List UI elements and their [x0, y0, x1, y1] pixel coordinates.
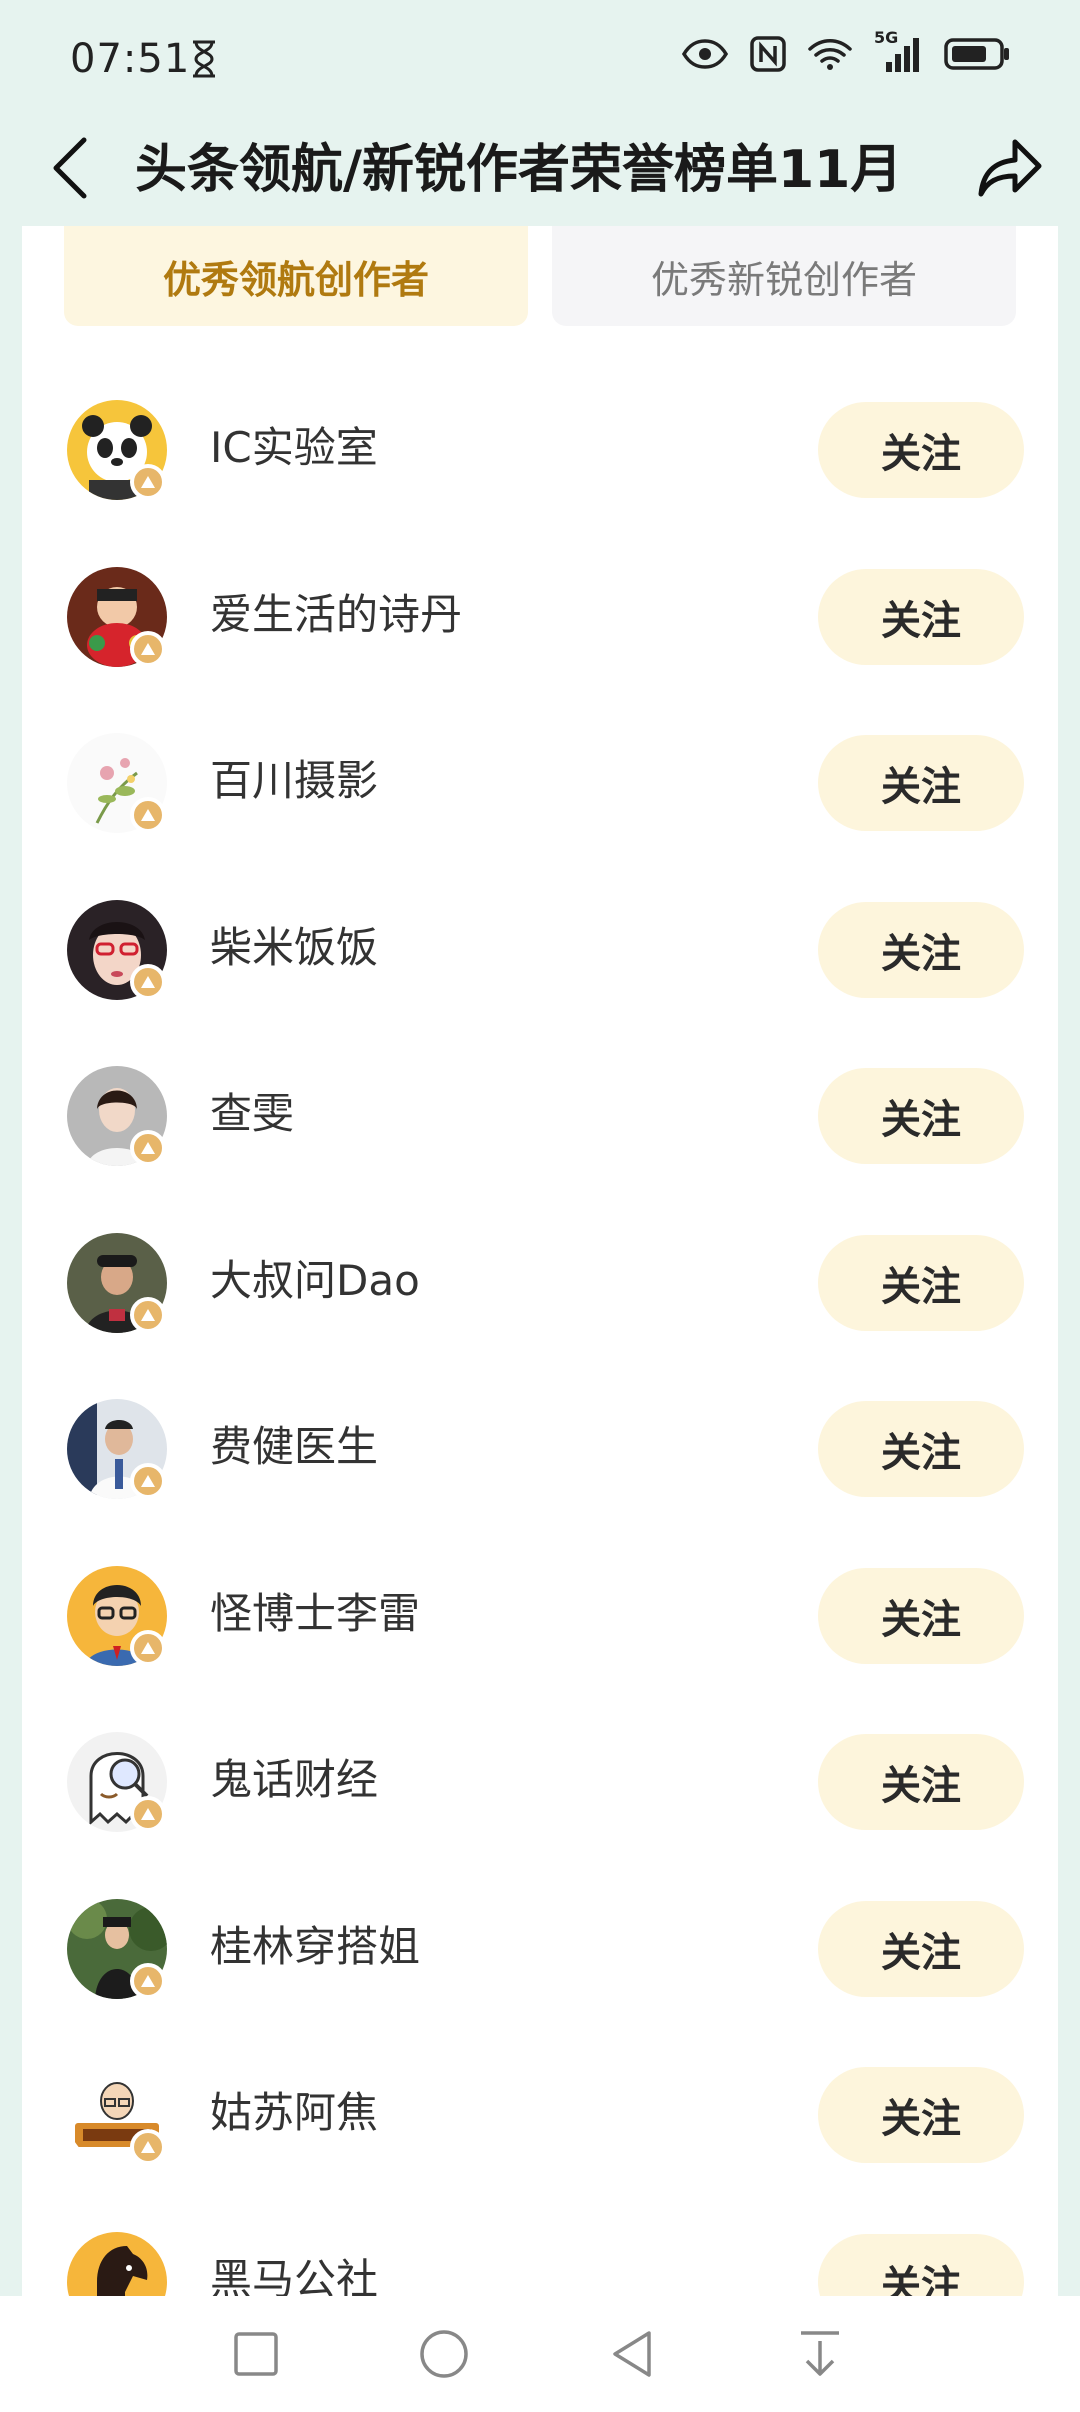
certified-badge-icon — [130, 2129, 166, 2165]
author-name[interactable]: 柴米饭饭 — [210, 916, 378, 980]
back-nav-button[interactable] — [602, 2324, 662, 2384]
top-app-bar: 头条领航/新锐作者荣誉榜单11月 — [0, 120, 1080, 225]
certified-badge-icon — [130, 1463, 166, 1499]
list-item: 柴米饭饭 关注 — [22, 886, 1058, 1053]
certified-badge-icon — [130, 1962, 166, 1999]
author-name[interactable]: 鬼话财经 — [210, 1748, 378, 1812]
follow-button[interactable]: 关注 — [818, 1068, 1024, 1164]
follow-button[interactable]: 关注 — [818, 568, 1024, 665]
author-name[interactable]: 大叔问Dao — [210, 1249, 420, 1313]
follow-button[interactable]: 关注 — [818, 901, 1024, 998]
wifi-icon — [808, 37, 852, 71]
tab-new-creators[interactable]: 优秀新锐创作者 — [552, 226, 1016, 326]
battery-icon — [944, 38, 1010, 70]
author-name[interactable]: 姑苏阿焦 — [210, 2081, 378, 2145]
eye-icon — [682, 39, 728, 69]
chevron-left-icon — [53, 137, 87, 199]
home-icon — [420, 2330, 468, 2378]
list-item: 桂林穿搭姐 关注 — [22, 1885, 1058, 2052]
notification-pull-icon — [801, 2331, 839, 2376]
certified-badge-icon — [130, 464, 166, 500]
nfc-icon — [750, 36, 786, 72]
list-item: 查雯 关注 — [22, 1052, 1058, 1219]
author-name[interactable]: 费健医生 — [210, 1415, 378, 1479]
follow-button[interactable]: 关注 — [818, 1401, 1024, 1497]
author-list: IC实验室 关注 爱生活的诗丹 关注 百川摄影 关注 柴米饭饭 关注 查雯 关注… — [22, 386, 1058, 2296]
tab-leading-creators[interactable]: 优秀领航创作者 — [64, 226, 528, 326]
tab-bar: 优秀领航创作者 优秀新锐创作者 — [64, 226, 1038, 326]
list-item: 费健医生 关注 — [22, 1385, 1058, 1552]
certified-badge-icon — [130, 963, 166, 1000]
back-icon — [613, 2331, 651, 2377]
list-item: 鬼话财经 关注 — [22, 1718, 1058, 1885]
hourglass-icon — [190, 40, 218, 78]
follow-button[interactable]: 关注 — [818, 1567, 1024, 1664]
certified-badge-icon — [130, 1796, 166, 1832]
list-item: IC实验室 关注 — [22, 386, 1058, 553]
back-button[interactable] — [40, 128, 100, 208]
certified-badge-icon — [130, 630, 166, 667]
notification-pull-button[interactable] — [790, 2324, 850, 2384]
share-button[interactable] — [970, 128, 1050, 208]
author-name[interactable]: IC实验室 — [210, 416, 378, 480]
follow-button[interactable]: 关注 — [818, 735, 1024, 831]
list-item: 大叔问Dao 关注 — [22, 1219, 1058, 1386]
author-name[interactable]: 黑马公社 — [210, 2248, 378, 2297]
list-item: 姑苏阿焦 关注 — [22, 2051, 1058, 2218]
follow-button[interactable]: 关注 — [818, 2233, 1024, 2296]
follow-button[interactable]: 关注 — [818, 1900, 1024, 1997]
list-item: 爱生活的诗丹 关注 — [22, 553, 1058, 720]
list-item: 百川摄影 关注 — [22, 719, 1058, 886]
status-icons: 5G — [682, 28, 1010, 72]
author-name[interactable]: 怪博士李雷 — [210, 1582, 420, 1646]
follow-button[interactable]: 关注 — [818, 2067, 1024, 2163]
page-title: 头条领航/新锐作者荣誉榜单11月 — [135, 140, 903, 200]
certified-badge-icon — [130, 1130, 166, 1166]
ranking-card: 优秀领航创作者 优秀新锐创作者 IC实验室 关注 爱生活的诗丹 关注 百川摄影 — [22, 226, 1058, 2296]
author-name[interactable]: 百川摄影 — [210, 749, 378, 813]
certified-badge-icon — [130, 1629, 166, 1666]
author-name[interactable]: 查雯 — [210, 1082, 294, 1146]
system-nav-bar — [0, 2296, 1080, 2412]
status-bar: 07:51 5G — [0, 0, 1080, 120]
clock: 07:51 — [70, 36, 191, 82]
author-name[interactable]: 爱生活的诗丹 — [210, 583, 462, 647]
home-button[interactable] — [414, 2324, 474, 2384]
certified-badge-icon — [130, 1296, 166, 1333]
follow-button[interactable]: 关注 — [818, 1734, 1024, 1830]
follow-button[interactable]: 关注 — [818, 1234, 1024, 1331]
certified-badge-icon — [130, 797, 166, 833]
list-item: 黑马公社 关注 — [22, 2218, 1058, 2297]
author-name[interactable]: 桂林穿搭姐 — [210, 1915, 420, 1979]
follow-button[interactable]: 关注 — [818, 402, 1024, 498]
5g-signal-icon: 5G — [874, 28, 922, 72]
black-horse-avatar[interactable] — [67, 2231, 167, 2296]
list-item: 怪博士李雷 关注 — [22, 1552, 1058, 1719]
share-icon — [978, 139, 1042, 197]
recent-apps-icon — [234, 2332, 278, 2376]
recent-apps-button[interactable] — [226, 2324, 286, 2384]
